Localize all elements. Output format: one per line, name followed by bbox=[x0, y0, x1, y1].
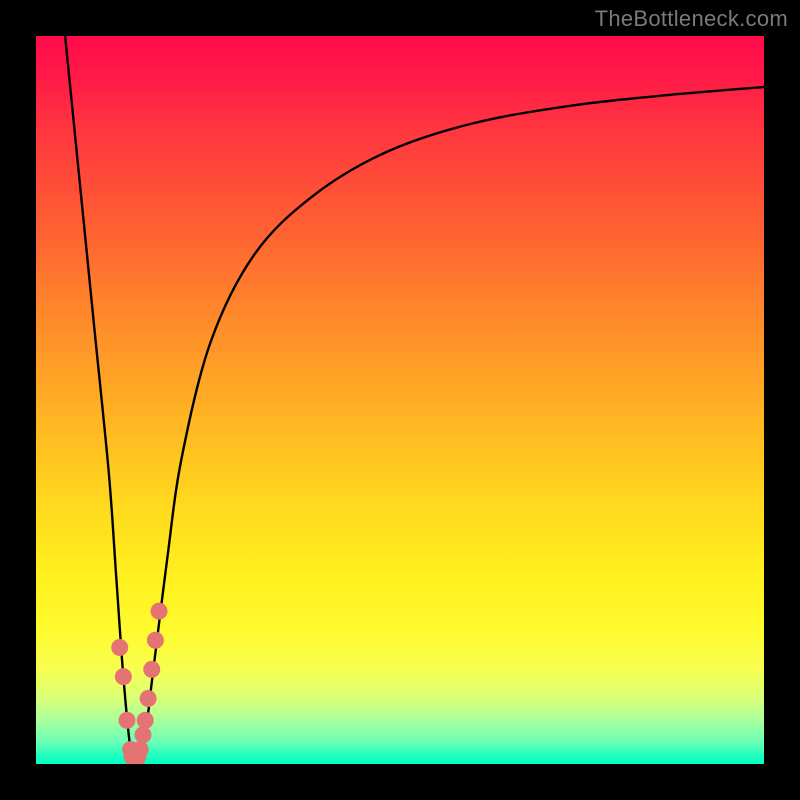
curve-path bbox=[65, 36, 764, 764]
dip-marker bbox=[115, 668, 132, 685]
dip-marker bbox=[140, 690, 157, 707]
chart-frame: TheBottleneck.com bbox=[0, 0, 800, 800]
dip-marker bbox=[135, 726, 152, 743]
dip-marker bbox=[132, 741, 149, 758]
dip-marker bbox=[143, 661, 160, 678]
watermark-text: TheBottleneck.com bbox=[595, 6, 788, 32]
dip-marker bbox=[119, 712, 136, 729]
dip-marker bbox=[111, 639, 128, 656]
dip-marker bbox=[147, 632, 164, 649]
dip-marker bbox=[137, 712, 154, 729]
dip-marker bbox=[151, 603, 168, 620]
bottleneck-curve bbox=[65, 36, 764, 764]
plot-area bbox=[36, 36, 764, 764]
chart-svg bbox=[36, 36, 764, 764]
